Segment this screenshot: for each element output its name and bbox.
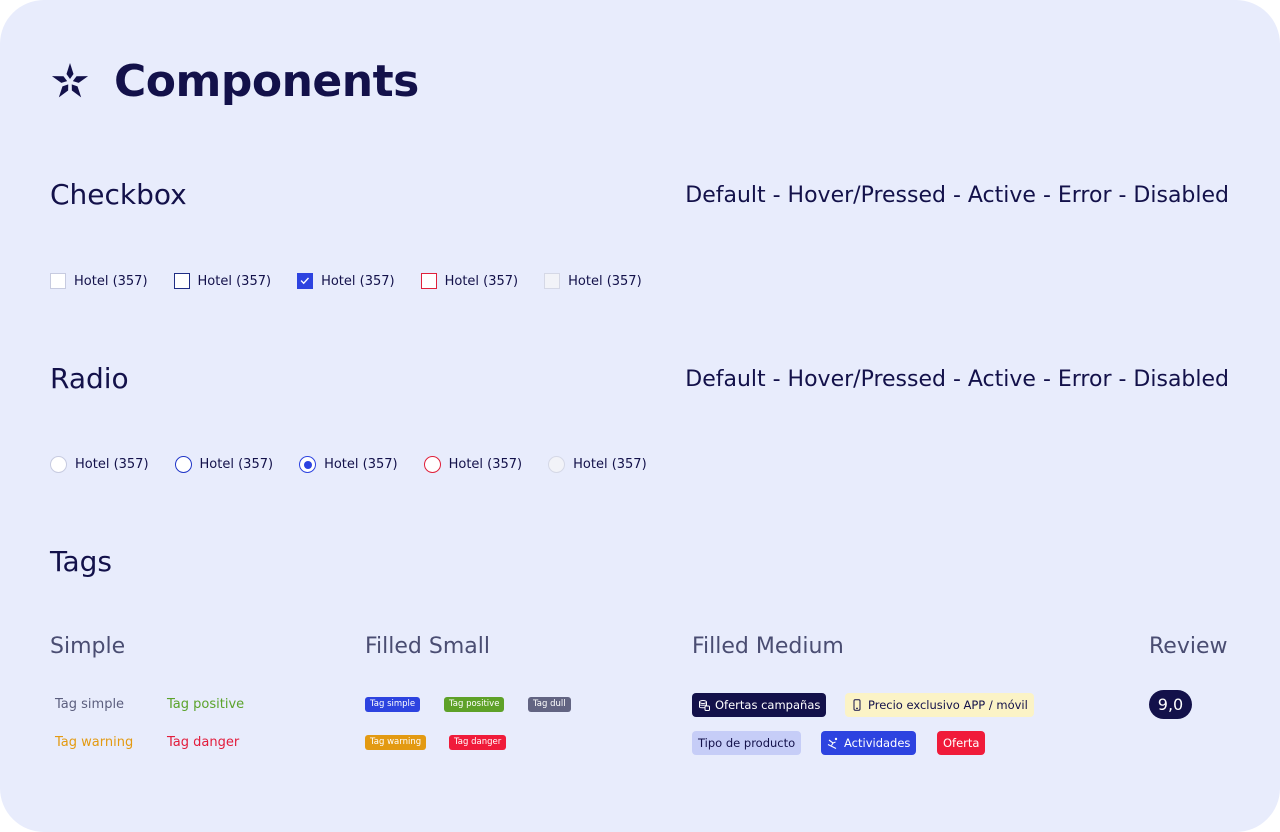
medium-tag-oferta: Oferta: [937, 731, 986, 755]
page-header: Components: [50, 56, 419, 107]
small-tag-dull: Tag dull: [528, 697, 571, 712]
mobile-phone-icon: [853, 699, 861, 711]
radio-default[interactable]: Hotel (357): [50, 456, 149, 473]
radio-circle[interactable]: [50, 456, 67, 473]
checkbox-box[interactable]: [420, 273, 437, 289]
radio-label: Hotel (357): [573, 457, 647, 472]
radio-error[interactable]: Hotel (357): [423, 456, 523, 473]
radio-states-label: Default - Hover/Pressed - Active - Error…: [685, 367, 1229, 392]
radio-label: Hotel (357): [448, 457, 523, 472]
checkbox-label: Hotel (357): [197, 273, 272, 289]
radio-circle[interactable]: [174, 456, 192, 473]
checkbox-row: Hotel (357) Hotel (357) Hotel (357) Hote…: [50, 273, 668, 289]
coins-icon: [699, 700, 710, 711]
checkbox-label: Hotel (357): [74, 273, 148, 289]
medium-tag-precio-exclusivo: Precio exclusivo APP / móvil: [845, 693, 1034, 717]
checkbox-states-label: Default - Hover/Pressed - Active - Error…: [685, 183, 1229, 208]
radio-label: Hotel (357): [199, 457, 274, 472]
checkbox-default[interactable]: Hotel (357): [50, 273, 148, 289]
page-title: Components: [114, 56, 419, 107]
checkbox-disabled: Hotel (357): [544, 273, 642, 289]
checkbox-box: [544, 273, 561, 289]
checkbox-label: Hotel (357): [321, 273, 395, 289]
checkbox-box[interactable]: [50, 273, 66, 289]
ski-icon: [827, 737, 838, 749]
simple-tag-warning: Tag warning: [55, 735, 134, 750]
review-score-badge: 9,0: [1149, 690, 1192, 719]
checkbox-section-title: Checkbox: [50, 178, 187, 211]
medium-tag-label: Actividades: [844, 736, 911, 750]
review-tags-title: Review: [1149, 634, 1228, 659]
tags-section-title: Tags: [50, 545, 112, 578]
small-tag-simple: Tag simple: [365, 697, 421, 712]
medium-tag-label: Tipo de producto: [698, 736, 796, 750]
small-tag-positive: Tag positive: [444, 697, 505, 712]
medium-tag-tipo-de-producto: Tipo de producto: [692, 731, 802, 755]
radio-active[interactable]: Hotel (357): [299, 456, 398, 473]
radio-circle: [548, 456, 566, 473]
checkbox-label: Hotel (357): [444, 273, 519, 289]
brand-logo-icon: [51, 62, 89, 97]
medium-tag-ofertas-campanas: Ofertas campañas: [692, 693, 827, 717]
simple-tags-title: Simple: [50, 634, 126, 659]
simple-tag-danger: Tag danger: [167, 735, 240, 750]
radio-circle[interactable]: [299, 456, 317, 473]
radio-label: Hotel (357): [75, 457, 149, 472]
filled-small-tags-title: Filled Small: [365, 634, 490, 659]
simple-tag: Tag simple: [55, 697, 125, 712]
checkbox-box[interactable]: [297, 273, 314, 289]
checkbox-label: Hotel (357): [568, 273, 642, 289]
checkmark-icon: [300, 277, 310, 285]
medium-tag-label: Ofertas campañas: [715, 698, 821, 712]
radio-disabled: Hotel (357): [548, 456, 647, 473]
medium-tag-actividades: Actividades: [821, 731, 917, 755]
small-tag-danger: Tag danger: [449, 735, 507, 750]
components-page: Components Checkbox Default - Hover/Pres…: [0, 0, 1280, 832]
radio-row: Hotel (357) Hotel (357) Hotel (357) Hote…: [50, 456, 673, 473]
checkbox-hover[interactable]: Hotel (357): [173, 273, 272, 289]
checkbox-error[interactable]: Hotel (357): [420, 273, 519, 289]
radio-label: Hotel (357): [324, 457, 398, 472]
checkbox-box[interactable]: [173, 273, 190, 289]
medium-tag-label: Oferta: [943, 736, 980, 750]
checkbox-active[interactable]: Hotel (357): [297, 273, 395, 289]
radio-section-title: Radio: [50, 362, 129, 395]
radio-circle[interactable]: [423, 456, 441, 473]
radio-hover[interactable]: Hotel (357): [174, 456, 274, 473]
medium-tag-label: Precio exclusivo APP / móvil: [868, 698, 1028, 712]
small-tag-warning: Tag warning: [365, 735, 427, 750]
simple-tag-positive: Tag positive: [167, 697, 245, 712]
filled-medium-tags-title: Filled Medium: [692, 634, 844, 659]
